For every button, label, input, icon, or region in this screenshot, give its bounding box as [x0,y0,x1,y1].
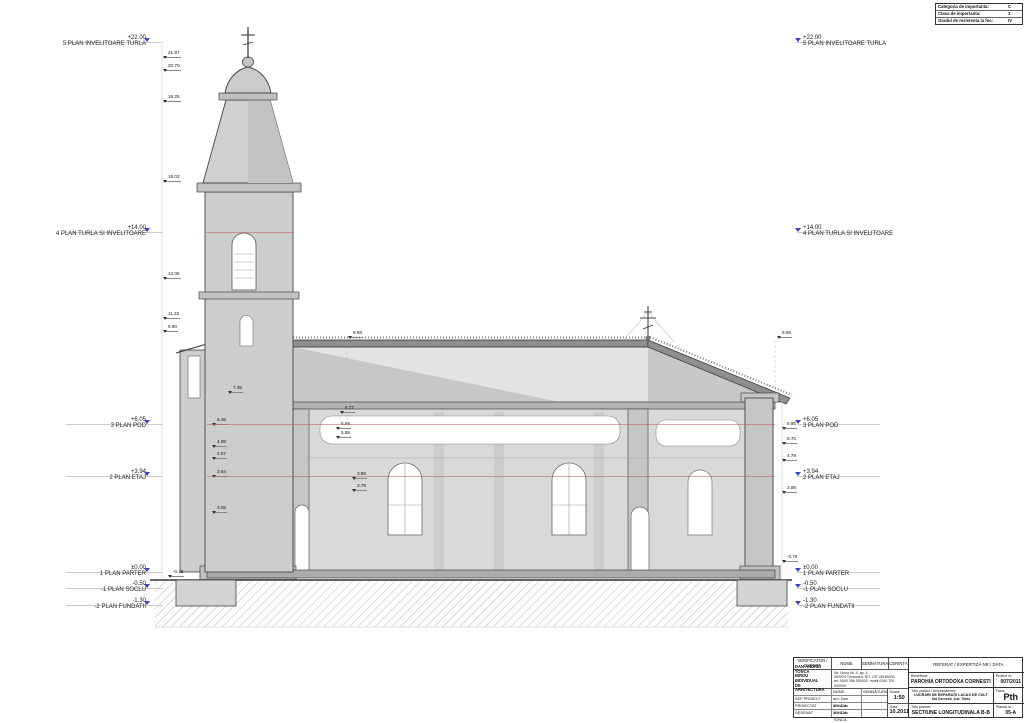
scale-cell: Scara: 1:50 [888,689,910,704]
role-signature [862,710,887,717]
tower-door-opening [295,505,309,572]
role-label: SEF PROIECT [794,696,832,702]
titleblock-role-row: SEF PROIECTarh. Dan TONCA [794,696,887,703]
importance-row: Gradul de rezistenta la foc: IV [936,18,1022,24]
proiect-nr-value: 007/2011 [996,679,1024,685]
role-label: PROIECTAT [794,703,832,709]
importance-box: Categoria de importanta:CClasa de import… [935,3,1023,25]
title-block-right: REFERAT / EXPERTIZĂ NR./ DATA Beneficiar… [909,658,1024,717]
importance-label: Categoria de importanta: [938,4,989,10]
beneficiar-value: PAROHIA ORTODOXA CORNESTI [911,679,991,685]
beneficiar-cell: Beneficiar: PAROHIA ORTODOXA CORNESTI [909,673,994,687]
scale-value: 1:50 [889,695,909,701]
proiect-nr-label: Proiect nr.: [996,674,1024,678]
nave-roof-ridge [293,340,648,347]
vault-band [320,416,620,444]
title-block-left: VERIFICATOR / EXPERT NUME SEMNĂTURA CERI… [794,658,909,717]
titleblock-role-row: PROIECTATarh. Dan TONCA [794,703,887,710]
beneficiar-label: Beneficiar: [911,674,991,678]
amplasament-value: Sat Cornesti, Jud. Timis [911,697,991,701]
importance-row: Categoria de importanta: C [936,4,1022,11]
altar-niche [688,470,712,535]
title-block: VERIFICATOR / EXPERT NUME SEMNĂTURA CERI… [793,657,1023,718]
titlu-plansa-cell: Titlu plansa: SECTIUNE LONGITUDINALA B-B [909,704,994,718]
belfry-window [232,233,256,290]
titlu-plansa-label: Titlu plansa: [911,705,991,709]
roles-header: NUME SEMNĂTURA [794,689,887,696]
date-value: 10.2011 [889,709,909,715]
role-label: DESENAT [794,710,832,717]
importance-value: 3 [1008,11,1020,17]
titlu-plansa-value: SECTIUNE LONGITUDINALA B-B [911,710,991,716]
church-section-drawing [0,0,1024,723]
firm-address: Str. Noua Nr. 4, ap. 4, 300024 Timisoara… [832,670,908,688]
spire-base-molding [219,93,277,100]
titlu-proiect-cell: Titlu proiect / Amplasament: LUCRARI DE … [909,688,994,703]
tower-spire-shade [248,100,293,183]
finial-guy-wire [648,312,674,342]
attic-floor [293,402,775,409]
importance-label: Gradul de rezistenta la foc: [938,18,993,24]
col-cerinta: CERINȚA [889,658,908,669]
iconostasis-opening [631,507,649,572]
roles-rows: SEF PROIECTarh. Dan TONCAPROIECTATarh. D… [794,696,887,717]
roles-header-blank [794,689,832,695]
roles-header-nume: NUME [832,689,862,695]
scale-date-column: Scara: 1:50 Data: 10.2011 [888,689,910,717]
scale-label: Scara: [889,690,909,694]
role-signature [862,696,887,702]
spire-bell-cap [225,67,271,93]
titlu-proiect-label: Titlu proiect / Amplasament: [911,689,991,693]
foundation-left [176,580,236,606]
tower-cornice [197,183,301,192]
titleblock-role-row: DESENATarh. Dan TONCA [794,710,887,717]
altar-vault-band [656,420,740,446]
plansa-nr-label: Plansa nr.: [996,705,1024,709]
role-signature [862,703,887,709]
col-nume: NUME [832,658,862,669]
faza-cell: Faza: Pth [994,688,1024,703]
tower-band [199,292,299,299]
annex-opening [188,356,200,398]
spire-ball [243,57,254,67]
proiect-nr-cell: Proiect nr.: 007/2011 [994,673,1024,687]
ground-hatch [155,580,788,627]
tower-slit-window [240,316,253,347]
address-line: tel: 0040 256 000000, mobil 0040 700 000… [834,679,906,687]
plansa-nr-value: 05-A [996,710,1024,716]
ridge-cross-ball [646,336,651,341]
importance-label: Clasa de importanta: [938,11,981,17]
firm-name: DAN-ANDREI TONCA BIROU INDIVIDUAL DE ARH… [794,670,832,688]
role-name: arh. Dan TONCA [832,710,862,717]
roles-table: NUME SEMNĂTURA SEF PROIECTarh. Dan TONCA… [794,689,888,717]
importance-value: IV [1008,18,1020,24]
date-label: Data: [889,705,909,709]
east-wall [745,398,773,572]
date-cell: Data: 10.2011 [888,704,910,718]
importance-row: Clasa de importanta: 3 [936,11,1022,18]
drawing-sheet: +22.005 PLAN INVELITOARE TURLA+22.005 PL… [0,0,1024,723]
col-semnatura: SEMNĂTURA [862,658,889,669]
foundation-right [737,580,787,606]
role-name: arh. Dan TONCA [832,696,862,702]
importance-value: C [1008,4,1020,10]
roles-header-semnatura: SEMNĂTURA [862,689,887,695]
plansa-nr-cell: Plansa nr.: 05-A [994,704,1024,718]
role-name: arh. Dan TONCA [832,703,862,709]
referat-header: REFERAT / EXPERTIZĂ NR./ DATA [909,658,1024,673]
faza-value: Pth [996,693,1024,702]
